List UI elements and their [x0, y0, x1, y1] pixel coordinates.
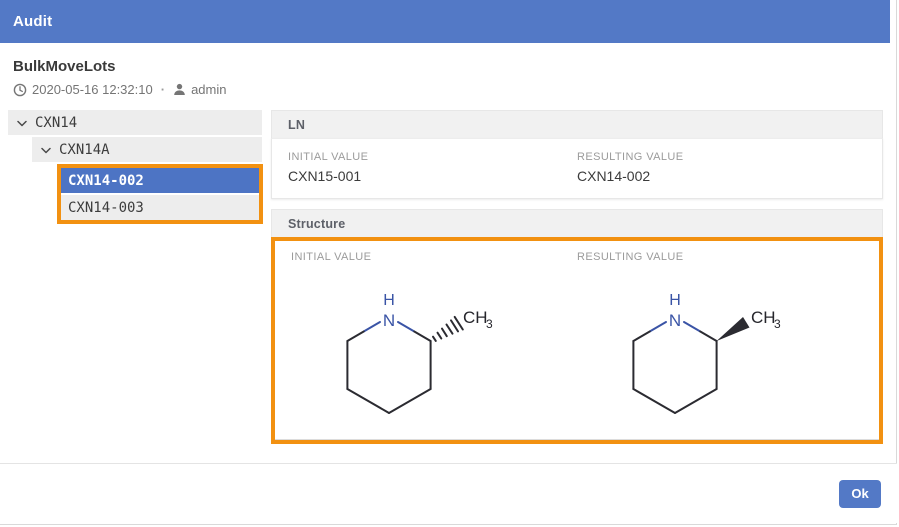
lot-tree: CXN14 CXN14A CXN14-002 CXN14-003: [8, 110, 262, 444]
dashed-wedge-bond: [433, 317, 463, 341]
h-atom-label: H: [669, 292, 681, 309]
ln-section: LN INITIAL VALUE CXN15-001 RESULTING VAL…: [271, 110, 883, 199]
tree-item-cxn14-003[interactable]: CXN14-003: [61, 195, 259, 220]
audit-meta-block: BulkMoveLots 2020-05-16 12:32:10 · admin: [0, 43, 896, 97]
solid-wedge-bond: [717, 317, 750, 341]
structure-highlight-box: INITIAL VALUE: [271, 237, 883, 444]
initial-value-label: INITIAL VALUE: [291, 251, 577, 263]
resulting-value-label: RESULTING VALUE: [577, 251, 863, 263]
ln-initial-value: CXN15-001: [288, 168, 577, 184]
ln-section-header: LN: [271, 110, 883, 138]
methyl-label: CH: [751, 308, 776, 327]
ln-initial-column: INITIAL VALUE CXN15-001: [288, 151, 577, 184]
audit-action-name: BulkMoveLots: [13, 58, 896, 75]
chevron-down-icon[interactable]: [41, 142, 51, 158]
tree-item-cxn14[interactable]: CXN14: [8, 110, 262, 135]
ok-button[interactable]: Ok: [839, 480, 881, 508]
ln-section-body: INITIAL VALUE CXN15-001 RESULTING VALUE …: [271, 138, 883, 199]
dialog-footer: Ok: [0, 463, 897, 523]
tree-item-label: CXN14-002: [68, 173, 144, 189]
dialog-header: Audit: [0, 0, 890, 43]
ln-section-title: LN: [288, 118, 305, 132]
structure-initial-column: INITIAL VALUE: [291, 251, 577, 439]
audit-detail-panel: LN INITIAL VALUE CXN15-001 RESULTING VAL…: [271, 110, 883, 444]
structure-section-title: Structure: [288, 217, 345, 231]
initial-structure-drawing: H N CH 3: [329, 277, 514, 427]
main-content: CXN14 CXN14A CXN14-002 CXN14-003: [0, 110, 896, 444]
user-icon: [173, 83, 186, 96]
initial-value-label: INITIAL VALUE: [288, 151, 577, 163]
methyl-subscript: 3: [486, 317, 493, 331]
resulting-value-label: RESULTING VALUE: [577, 151, 866, 163]
tree-item-label: CXN14A: [59, 142, 110, 158]
dialog-title: Audit: [0, 13, 52, 30]
n-atom-label: N: [383, 311, 395, 330]
methyl-subscript: 3: [774, 317, 781, 331]
structure-section-header: Structure: [271, 209, 883, 237]
ln-resulting-value: CXN14-002: [577, 168, 866, 184]
tree-item-label: CXN14: [35, 115, 77, 131]
resulting-structure-drawing: H N CH 3: [615, 277, 800, 427]
structure-section-body: INITIAL VALUE: [275, 241, 879, 440]
structure-resulting-column: RESULTING VALUE: [577, 251, 863, 439]
meta-separator: ·: [158, 82, 168, 97]
piperidine-ring: [633, 322, 716, 413]
n-atom-label: N: [669, 311, 681, 330]
audit-timestamp: 2020-05-16 12:32:10: [32, 82, 153, 97]
tree-highlight-box: CXN14-002 CXN14-003: [57, 164, 263, 224]
tree-item-cxn14a[interactable]: CXN14A: [32, 137, 262, 162]
tree-item-cxn14-002[interactable]: CXN14-002: [61, 168, 259, 193]
clock-icon: [13, 83, 27, 97]
audit-meta-row: 2020-05-16 12:32:10 · admin: [13, 82, 896, 97]
audit-user: admin: [191, 82, 226, 97]
chevron-down-icon[interactable]: [17, 115, 27, 131]
h-atom-label: H: [383, 292, 395, 309]
piperidine-ring: [347, 322, 430, 413]
ln-resulting-column: RESULTING VALUE CXN14-002: [577, 151, 866, 184]
methyl-label: CH: [463, 308, 488, 327]
structure-section: Structure INITIAL VALUE: [271, 209, 883, 444]
tree-item-label: CXN14-003: [68, 200, 144, 216]
audit-dialog: Audit BulkMoveLots 2020-05-16 12:32:10 ·…: [0, 0, 897, 525]
